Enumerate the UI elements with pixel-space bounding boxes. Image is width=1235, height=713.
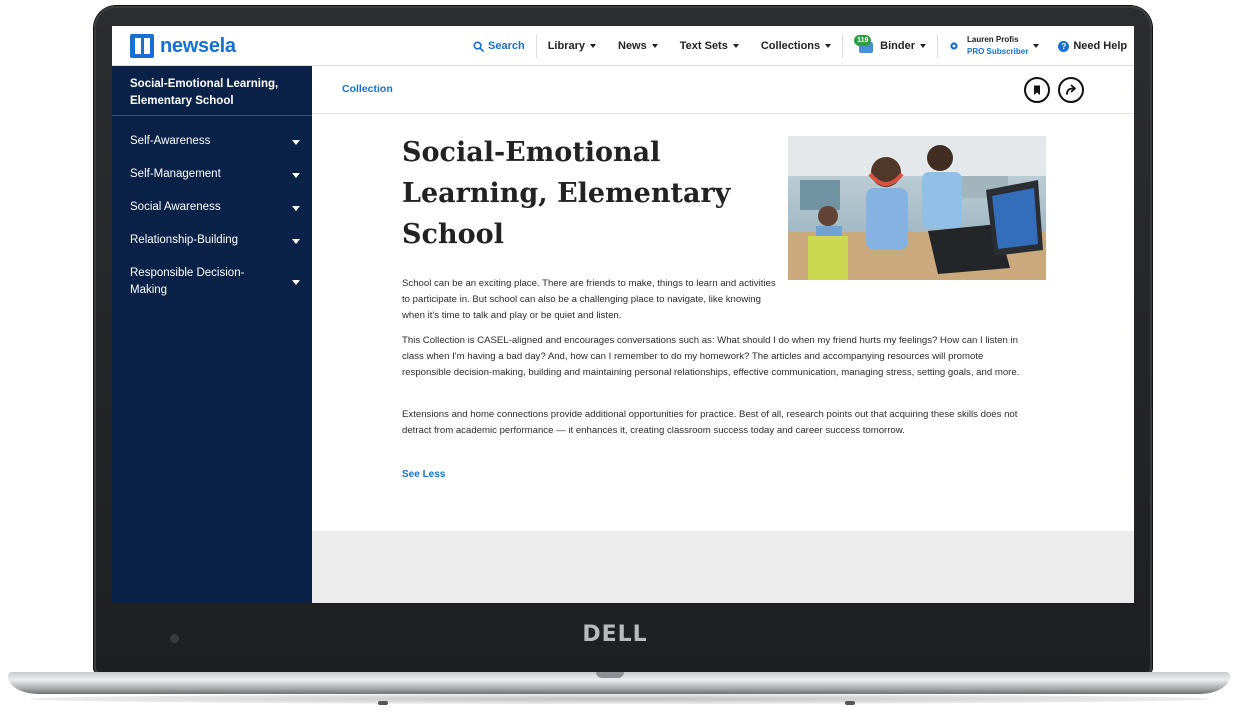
chevron-down-icon [825, 44, 832, 48]
sidebar-item-label: Self-Management [130, 168, 221, 180]
extensions-paragraph: Extensions and home connections provide … [402, 409, 1018, 436]
laptop-shadow [30, 694, 1210, 704]
user-menu[interactable]: Lauren Profis PRO Subscriber [938, 26, 1050, 66]
share-button[interactable] [1058, 77, 1084, 103]
chevron-down-icon [292, 139, 300, 145]
help-icon: ? [1058, 40, 1070, 52]
collection-main: Collection Social-Emotional Learning, El… [312, 66, 1134, 603]
sidebar-item-label: Social Awareness [130, 201, 221, 213]
chevron-down-icon [292, 280, 300, 285]
page-title: Social-Emotional Learning, Elementary Sc… [402, 137, 731, 250]
collection-sidebar: Social-Emotional Learning, Elementary Sc… [112, 66, 312, 603]
nav-binder[interactable]: 119 Binder [843, 26, 937, 66]
see-less-link[interactable]: See Less [402, 469, 445, 480]
description-paragraph: This Collection is CASEL-aligned and enc… [402, 335, 1020, 378]
chevron-down-icon [292, 205, 300, 211]
intro-paragraph: School can be an exciting place. There a… [402, 278, 776, 321]
sidebar-item-relationship-building[interactable]: Relationship-Building [112, 224, 312, 257]
newsela-logo-icon [130, 34, 154, 58]
sidebar-item-label: Relationship-Building [130, 234, 239, 246]
user-plan: PRO Subscriber [966, 47, 1029, 56]
sidebar-item-responsible-decision-making[interactable]: Responsible Decision-Making [112, 257, 312, 307]
content-footer-band [312, 531, 1134, 603]
nav-library[interactable]: Library [537, 26, 607, 66]
chevron-down-icon [292, 238, 300, 244]
chevron-down-icon [292, 172, 300, 178]
need-help-label: Need Help [1073, 40, 1128, 52]
sidebar-item-label: Self-Awareness [130, 135, 211, 147]
nav-news[interactable]: News [607, 26, 669, 66]
nav-text-sets-label: Text Sets [679, 40, 728, 52]
laptop-brand-logo: DELL [582, 622, 648, 647]
binder-count-badge: 119 [854, 35, 872, 46]
sidebar-item-self-awareness[interactable]: Self-Awareness [112, 125, 312, 158]
nav-text-sets[interactable]: Text Sets [669, 26, 750, 66]
binder-icon: 119 [854, 35, 874, 54]
need-help-button[interactable]: ? Need Help [1050, 26, 1134, 66]
nav-binder-label: Binder [880, 40, 915, 52]
sidebar-list: Self-Awareness Self-Management Social Aw… [112, 116, 312, 307]
sidebar-item-self-management[interactable]: Self-Management [112, 158, 312, 191]
chevron-down-icon [1033, 44, 1040, 48]
nav-news-label: News [618, 40, 647, 52]
logo-text: newsela [160, 34, 236, 57]
laptop-foot [378, 701, 388, 705]
bookmark-button[interactable] [1024, 77, 1050, 103]
search-button[interactable]: Search [462, 26, 536, 66]
breadcrumb-bar: Collection [312, 66, 1134, 114]
nav-library-label: Library [547, 40, 585, 52]
chevron-down-icon [919, 44, 926, 48]
chevron-down-icon [651, 44, 658, 48]
nav-collections-label: Collections [760, 40, 821, 52]
gear-icon [950, 42, 958, 50]
sidebar-title: Social-Emotional Learning, Elementary Sc… [112, 66, 312, 116]
share-arrow-icon [1066, 84, 1076, 95]
sidebar-item-label: Responsible Decision-Making [130, 267, 245, 296]
laptop-notch [596, 672, 624, 678]
chevron-down-icon [732, 44, 739, 48]
user-name: Lauren Profis [966, 35, 1019, 44]
bookmark-icon [1034, 85, 1040, 95]
search-icon [473, 40, 484, 52]
chevron-down-icon [590, 44, 596, 48]
webcam-dot [170, 634, 179, 643]
nav-collections[interactable]: Collections [750, 26, 842, 66]
screen: newsela Search Library News Text Sets Co… [112, 26, 1134, 603]
newsela-logo[interactable]: newsela [130, 34, 236, 58]
main-nav: Search Library News Text Sets Collection… [462, 26, 1134, 66]
sidebar-item-social-awareness[interactable]: Social Awareness [112, 191, 312, 224]
laptop-foot [845, 701, 855, 705]
top-navigation-bar: newsela Search Library News Text Sets Co… [112, 26, 1134, 66]
breadcrumb-collection-link[interactable]: Collection [342, 83, 393, 95]
search-label: Search [488, 40, 525, 52]
collection-hero-image [788, 136, 1046, 280]
user-info: Lauren Profis PRO Subscriber [967, 34, 1028, 58]
students-at-laptop-photo [788, 136, 1046, 280]
